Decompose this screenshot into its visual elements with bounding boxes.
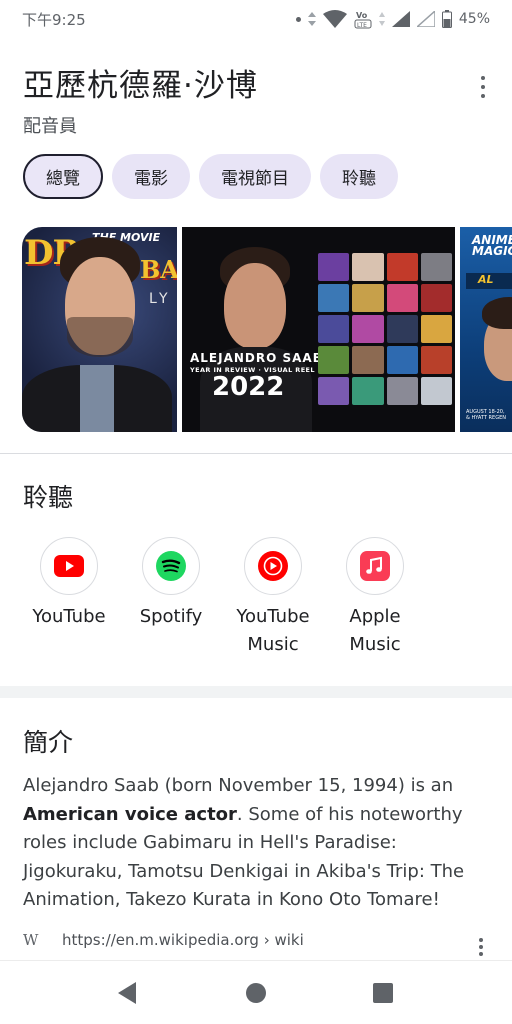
reel-title: ALEJANDRO SAAB bbox=[190, 351, 323, 365]
entity-title: 亞歷杭德羅·沙博 bbox=[23, 68, 258, 104]
app-label: Apple Music bbox=[349, 606, 401, 655]
person-face bbox=[224, 263, 286, 349]
chip-overview[interactable]: 總覽 bbox=[23, 154, 103, 199]
filter-chips: 總覽 電影 電視節目 聆聽 bbox=[23, 154, 398, 199]
person-shirt bbox=[80, 365, 114, 432]
about-section-title: 簡介 bbox=[23, 728, 74, 757]
youtube-icon[interactable] bbox=[40, 537, 98, 595]
app-label: YouTube bbox=[32, 606, 106, 627]
source-link[interactable]: W https://en.m.wikipedia.org › wiki bbox=[23, 931, 304, 949]
image-card-anime-magic[interactable]: ANIME MAGIC AL AUGUST 18-20, & HYATT REGEN bbox=[460, 227, 512, 432]
battery-percent: 45% bbox=[458, 11, 490, 27]
app-youtube[interactable]: YouTube bbox=[18, 537, 120, 659]
back-icon[interactable] bbox=[116, 981, 138, 1005]
chip-tv-shows[interactable]: 電視節目 bbox=[199, 154, 311, 199]
home-icon[interactable] bbox=[245, 981, 267, 1005]
section-divider bbox=[0, 453, 512, 454]
apple-music-icon[interactable] bbox=[346, 537, 404, 595]
app-youtube-music[interactable]: YouTube Music bbox=[222, 537, 324, 659]
data-arrows-icon bbox=[307, 12, 316, 26]
movie-logo-sub: LY bbox=[149, 291, 172, 307]
app-label: Spotify bbox=[139, 606, 203, 627]
notification-dot-icon bbox=[295, 16, 301, 22]
status-icons: Vo LTE 45% bbox=[295, 9, 490, 29]
reel-year: 2022 bbox=[212, 372, 285, 402]
about-description: Alejandro Saab (born November 15, 1994) … bbox=[23, 775, 465, 910]
chip-listen[interactable]: 聆聽 bbox=[320, 154, 398, 199]
person-beard bbox=[67, 317, 133, 357]
event-footer: AUGUST 18-20, & HYATT REGEN bbox=[466, 409, 506, 421]
more-options-icon[interactable] bbox=[480, 76, 486, 98]
image-card-visual-reel[interactable]: ALEJANDRO SAAB YEAR IN REVIEW · VISUAL R… bbox=[182, 227, 455, 432]
status-time: 下午9:25 bbox=[22, 10, 86, 29]
listen-apps: YouTube Spotify YouTube Music Apple Music bbox=[18, 537, 438, 659]
svg-text:LTE: LTE bbox=[357, 22, 367, 29]
signal-icon bbox=[391, 11, 410, 27]
person-hair bbox=[482, 297, 512, 329]
spotify-icon[interactable] bbox=[142, 537, 200, 595]
image-carousel[interactable]: DR THE MOVIE BAL LY ALEJANDRO SAAB YEAR … bbox=[22, 227, 512, 432]
signal-empty-icon bbox=[416, 11, 435, 27]
battery-icon bbox=[441, 10, 452, 28]
app-apple-music[interactable]: Apple Music bbox=[324, 537, 426, 659]
data-arrows-icon bbox=[378, 12, 385, 26]
more-options-icon[interactable] bbox=[478, 938, 484, 956]
chip-movies[interactable]: 電影 bbox=[112, 154, 190, 199]
image-card-event-photo[interactable]: DR THE MOVIE BAL LY bbox=[22, 227, 177, 432]
wifi-icon bbox=[322, 10, 347, 28]
about-bold-text: American voice actor bbox=[23, 803, 237, 825]
event-title: ANIME MAGIC bbox=[472, 233, 512, 258]
svg-text:Vo: Vo bbox=[356, 11, 368, 20]
volte-icon: Vo LTE bbox=[354, 11, 372, 29]
search-result-page: 下午9:25 Vo LTE 45% 亞歷杭德羅·沙博 配音員 總覽 電影 電視節目… bbox=[0, 0, 512, 1024]
event-ticket: AL bbox=[466, 273, 512, 289]
recents-icon[interactable] bbox=[372, 981, 394, 1005]
section-separator bbox=[0, 686, 512, 698]
entity-subtitle: 配音員 bbox=[23, 116, 77, 137]
app-spotify[interactable]: Spotify bbox=[120, 537, 222, 659]
app-label: YouTube Music bbox=[236, 606, 310, 655]
movie-logo-text-2: BAL bbox=[140, 255, 177, 284]
status-bar: 下午9:25 Vo LTE 45% bbox=[0, 0, 512, 38]
wikipedia-icon: W bbox=[23, 931, 39, 949]
character-thumbnail-grid bbox=[318, 253, 452, 405]
system-nav-bar bbox=[0, 960, 512, 1024]
source-url[interactable]: https://en.m.wikipedia.org › wiki bbox=[62, 931, 304, 949]
listen-section-title: 聆聽 bbox=[23, 483, 74, 512]
youtube-music-icon[interactable] bbox=[244, 537, 302, 595]
